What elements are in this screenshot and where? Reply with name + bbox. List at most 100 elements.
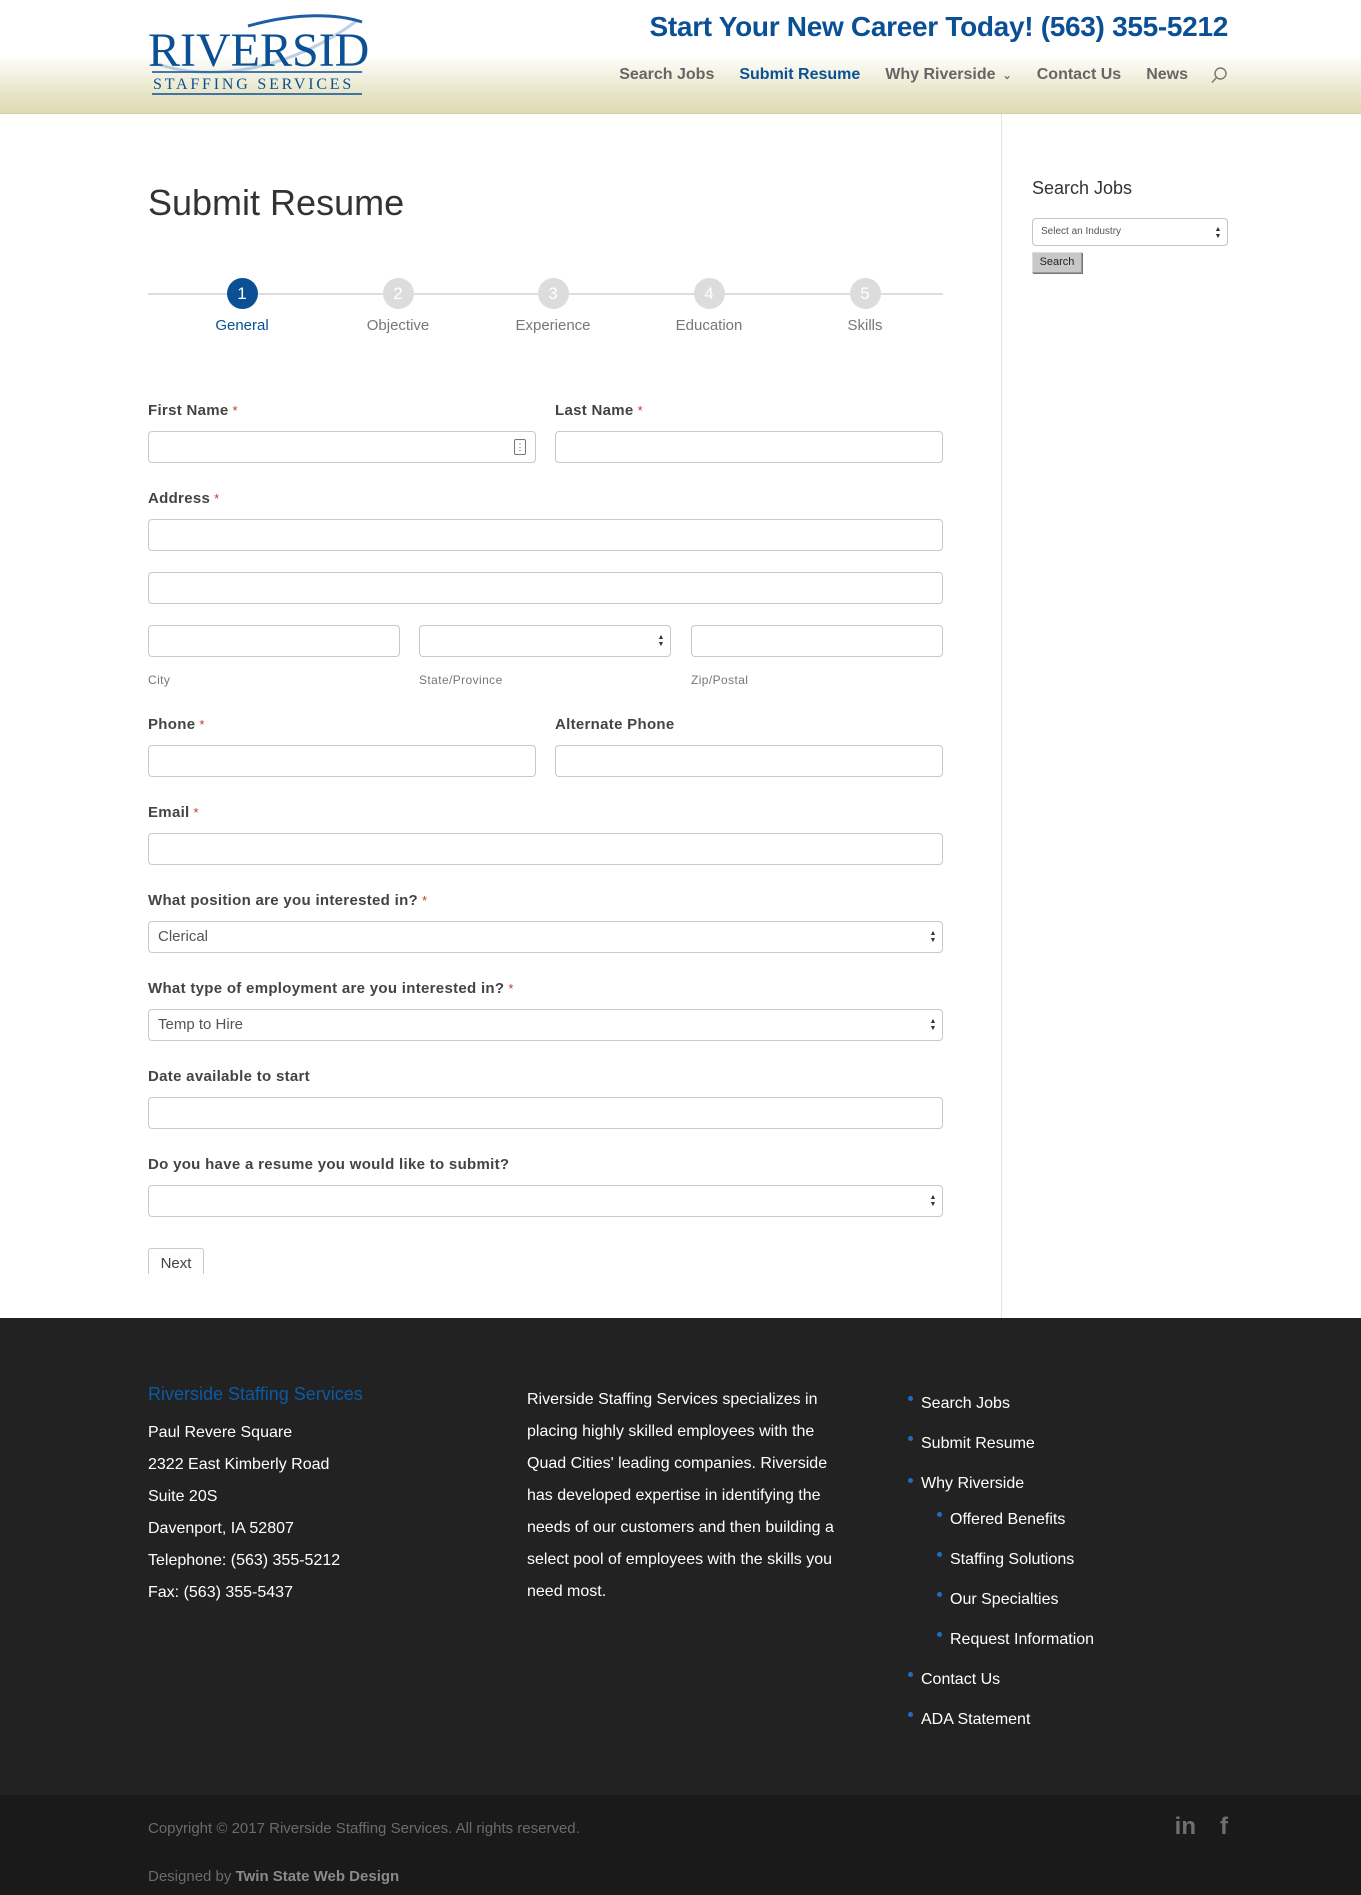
required-marker: * (637, 403, 643, 418)
last-name-input[interactable] (555, 431, 943, 463)
footer-link-label: Offered Benefits (950, 1511, 1066, 1528)
phone-label-text: Phone (148, 716, 196, 733)
sidebar-title: Search Jobs (1032, 178, 1133, 198)
step-experience[interactable]: 3 Experience (493, 278, 613, 334)
step-skills[interactable]: 5 Skills (805, 278, 925, 334)
bullet-icon (937, 1552, 942, 1557)
employment-label-text: What type of employment are you interest… (148, 980, 505, 997)
footer-telephone: Telephone: (563) 355-5212 (148, 1552, 341, 1569)
header-tagline: Start Your New Career Today! (563) 355-5… (649, 11, 1229, 42)
footer-link-label: Submit Resume (921, 1435, 1035, 1452)
bullet-icon (937, 1632, 942, 1637)
footer-link-label: Search Jobs (921, 1395, 1010, 1412)
select-arrows-icon: ▲ ▼ (657, 634, 665, 648)
logo-graphic: RIVERSIDE STAFFING SERVICES (148, 14, 370, 95)
bullet-icon (908, 1712, 913, 1717)
search-icon[interactable] (1210, 66, 1228, 84)
resume-label: Do you have a resume you would like to s… (148, 1156, 510, 1173)
select-arrows-icon: ▲ ▼ (1214, 226, 1222, 240)
footer-link-staffing-solutions[interactable]: Staffing Solutions (908, 1540, 1094, 1580)
autofill-contact-icon[interactable]: ⋮ (514, 439, 526, 455)
footer-link-label: ADA Statement (921, 1711, 1031, 1728)
step-objective[interactable]: 2 Objective (338, 278, 458, 334)
date-label: Date available to start (148, 1068, 310, 1085)
designed-by: Designed by Twin State Web Design (148, 1868, 399, 1885)
state-select[interactable]: ▲ ▼ (419, 625, 671, 657)
employment-label: What type of employment are you interest… (148, 980, 514, 997)
required-marker: * (193, 805, 199, 820)
footer-links: Search Jobs Submit Resume Why Riverside … (908, 1384, 1094, 1740)
footer-link-contact-us[interactable]: Contact Us (908, 1660, 1094, 1700)
step-label: General (215, 317, 269, 334)
city-input[interactable] (148, 625, 400, 657)
state-sublabel: State/Province (419, 673, 503, 687)
nav-news[interactable]: News (1146, 66, 1188, 84)
sidebar-search-button[interactable]: Search (1032, 252, 1082, 273)
position-select[interactable]: Clerical ▲ ▼ (148, 921, 943, 953)
step-education[interactable]: 4 Education (649, 278, 769, 334)
linkedin-icon[interactable]: in (1175, 1813, 1196, 1841)
address-line1-input[interactable] (148, 519, 943, 551)
step-label: Education (675, 317, 743, 334)
email-input[interactable] (148, 833, 943, 865)
bullet-icon (937, 1592, 942, 1597)
footer-link-submit-resume[interactable]: Submit Resume (908, 1424, 1094, 1464)
footer-link-ada-statement[interactable]: ADA Statement (908, 1700, 1094, 1740)
zip-input[interactable] (691, 625, 943, 657)
nav-search-jobs[interactable]: Search Jobs (619, 66, 714, 84)
city-sublabel: City (148, 673, 171, 687)
resume-select[interactable]: ▲ ▼ (148, 1185, 943, 1217)
footer-link-offered-benefits[interactable]: Offered Benefits (908, 1500, 1094, 1540)
nav-submit-resume[interactable]: Submit Resume (739, 66, 860, 84)
bullet-icon (908, 1672, 913, 1677)
select-arrows-icon: ▲ ▼ (929, 1018, 937, 1032)
alt-phone-input[interactable] (555, 745, 943, 777)
phone-input[interactable] (148, 745, 536, 777)
bullet-icon (908, 1436, 913, 1441)
step-number: 3 (537, 278, 569, 309)
date-input[interactable] (148, 1097, 943, 1129)
employment-select-value: Temp to Hire (158, 1016, 244, 1033)
footer-link-label: Staffing Solutions (950, 1551, 1075, 1568)
facebook-icon[interactable]: f (1220, 1813, 1228, 1841)
footer-company-name[interactable]: Riverside Staffing Services (148, 1384, 363, 1405)
email-label-text: Email (148, 804, 190, 821)
footer-address-line: Suite 20S (148, 1488, 218, 1505)
footer-link-why-riverside[interactable]: Why Riverside (908, 1464, 1094, 1500)
nav-contact-us[interactable]: Contact Us (1037, 66, 1121, 84)
footer-link-request-information[interactable]: Request Information (908, 1620, 1094, 1660)
select-arrows-icon: ▲ ▼ (929, 1194, 937, 1208)
footer-link-label: Our Specialties (950, 1591, 1059, 1608)
select-arrows-icon: ▲ ▼ (929, 930, 937, 944)
required-marker: * (214, 491, 220, 506)
footer-about: Riverside Staffing Services specializes … (527, 1391, 834, 1600)
alt-phone-label: Alternate Phone (555, 716, 675, 733)
riverside-logo[interactable]: RIVERSIDE STAFFING SERVICES (148, 12, 370, 98)
position-label: What position are you interested in? * (148, 892, 427, 909)
step-number: 2 (382, 278, 414, 309)
footer-link-our-specialties[interactable]: Our Specialties (908, 1580, 1094, 1620)
bullet-icon (937, 1512, 942, 1517)
form-stepper: 1 General 2 Objective 3 Experience 4 Edu… (148, 278, 943, 338)
first-name-input[interactable]: ⋮ (148, 431, 536, 463)
position-label-text: What position are you interested in? (148, 892, 418, 909)
required-marker: * (199, 717, 205, 732)
step-number: 1 (226, 278, 258, 309)
first-name-label: First Name * (148, 402, 238, 419)
industry-select-value: Select an Industry (1041, 226, 1122, 237)
industry-select[interactable]: Select an Industry ▲ ▼ (1032, 218, 1228, 246)
step-general[interactable]: 1 General (182, 278, 302, 334)
nav-why-riverside[interactable]: Why Riverside ⌄ (885, 66, 1011, 84)
copyright-text: Copyright © 2017 Riverside Staffing Serv… (148, 1820, 580, 1837)
site-footer: Riverside Staffing Services Paul Revere … (0, 1318, 1361, 1795)
step-label: Experience (515, 317, 591, 334)
next-button[interactable]: Next (148, 1248, 204, 1274)
employment-select[interactable]: Temp to Hire ▲ ▼ (148, 1009, 943, 1041)
page-title: Submit Resume (148, 182, 405, 223)
address-line2-input[interactable] (148, 572, 943, 604)
footer-link-search-jobs[interactable]: Search Jobs (908, 1384, 1094, 1424)
footer-fax: Fax: (563) 355-5437 (148, 1584, 293, 1601)
address-label-text: Address (148, 490, 211, 507)
designer-link[interactable]: Twin State Web Design (236, 1868, 400, 1885)
address-label: Address * (148, 490, 219, 507)
